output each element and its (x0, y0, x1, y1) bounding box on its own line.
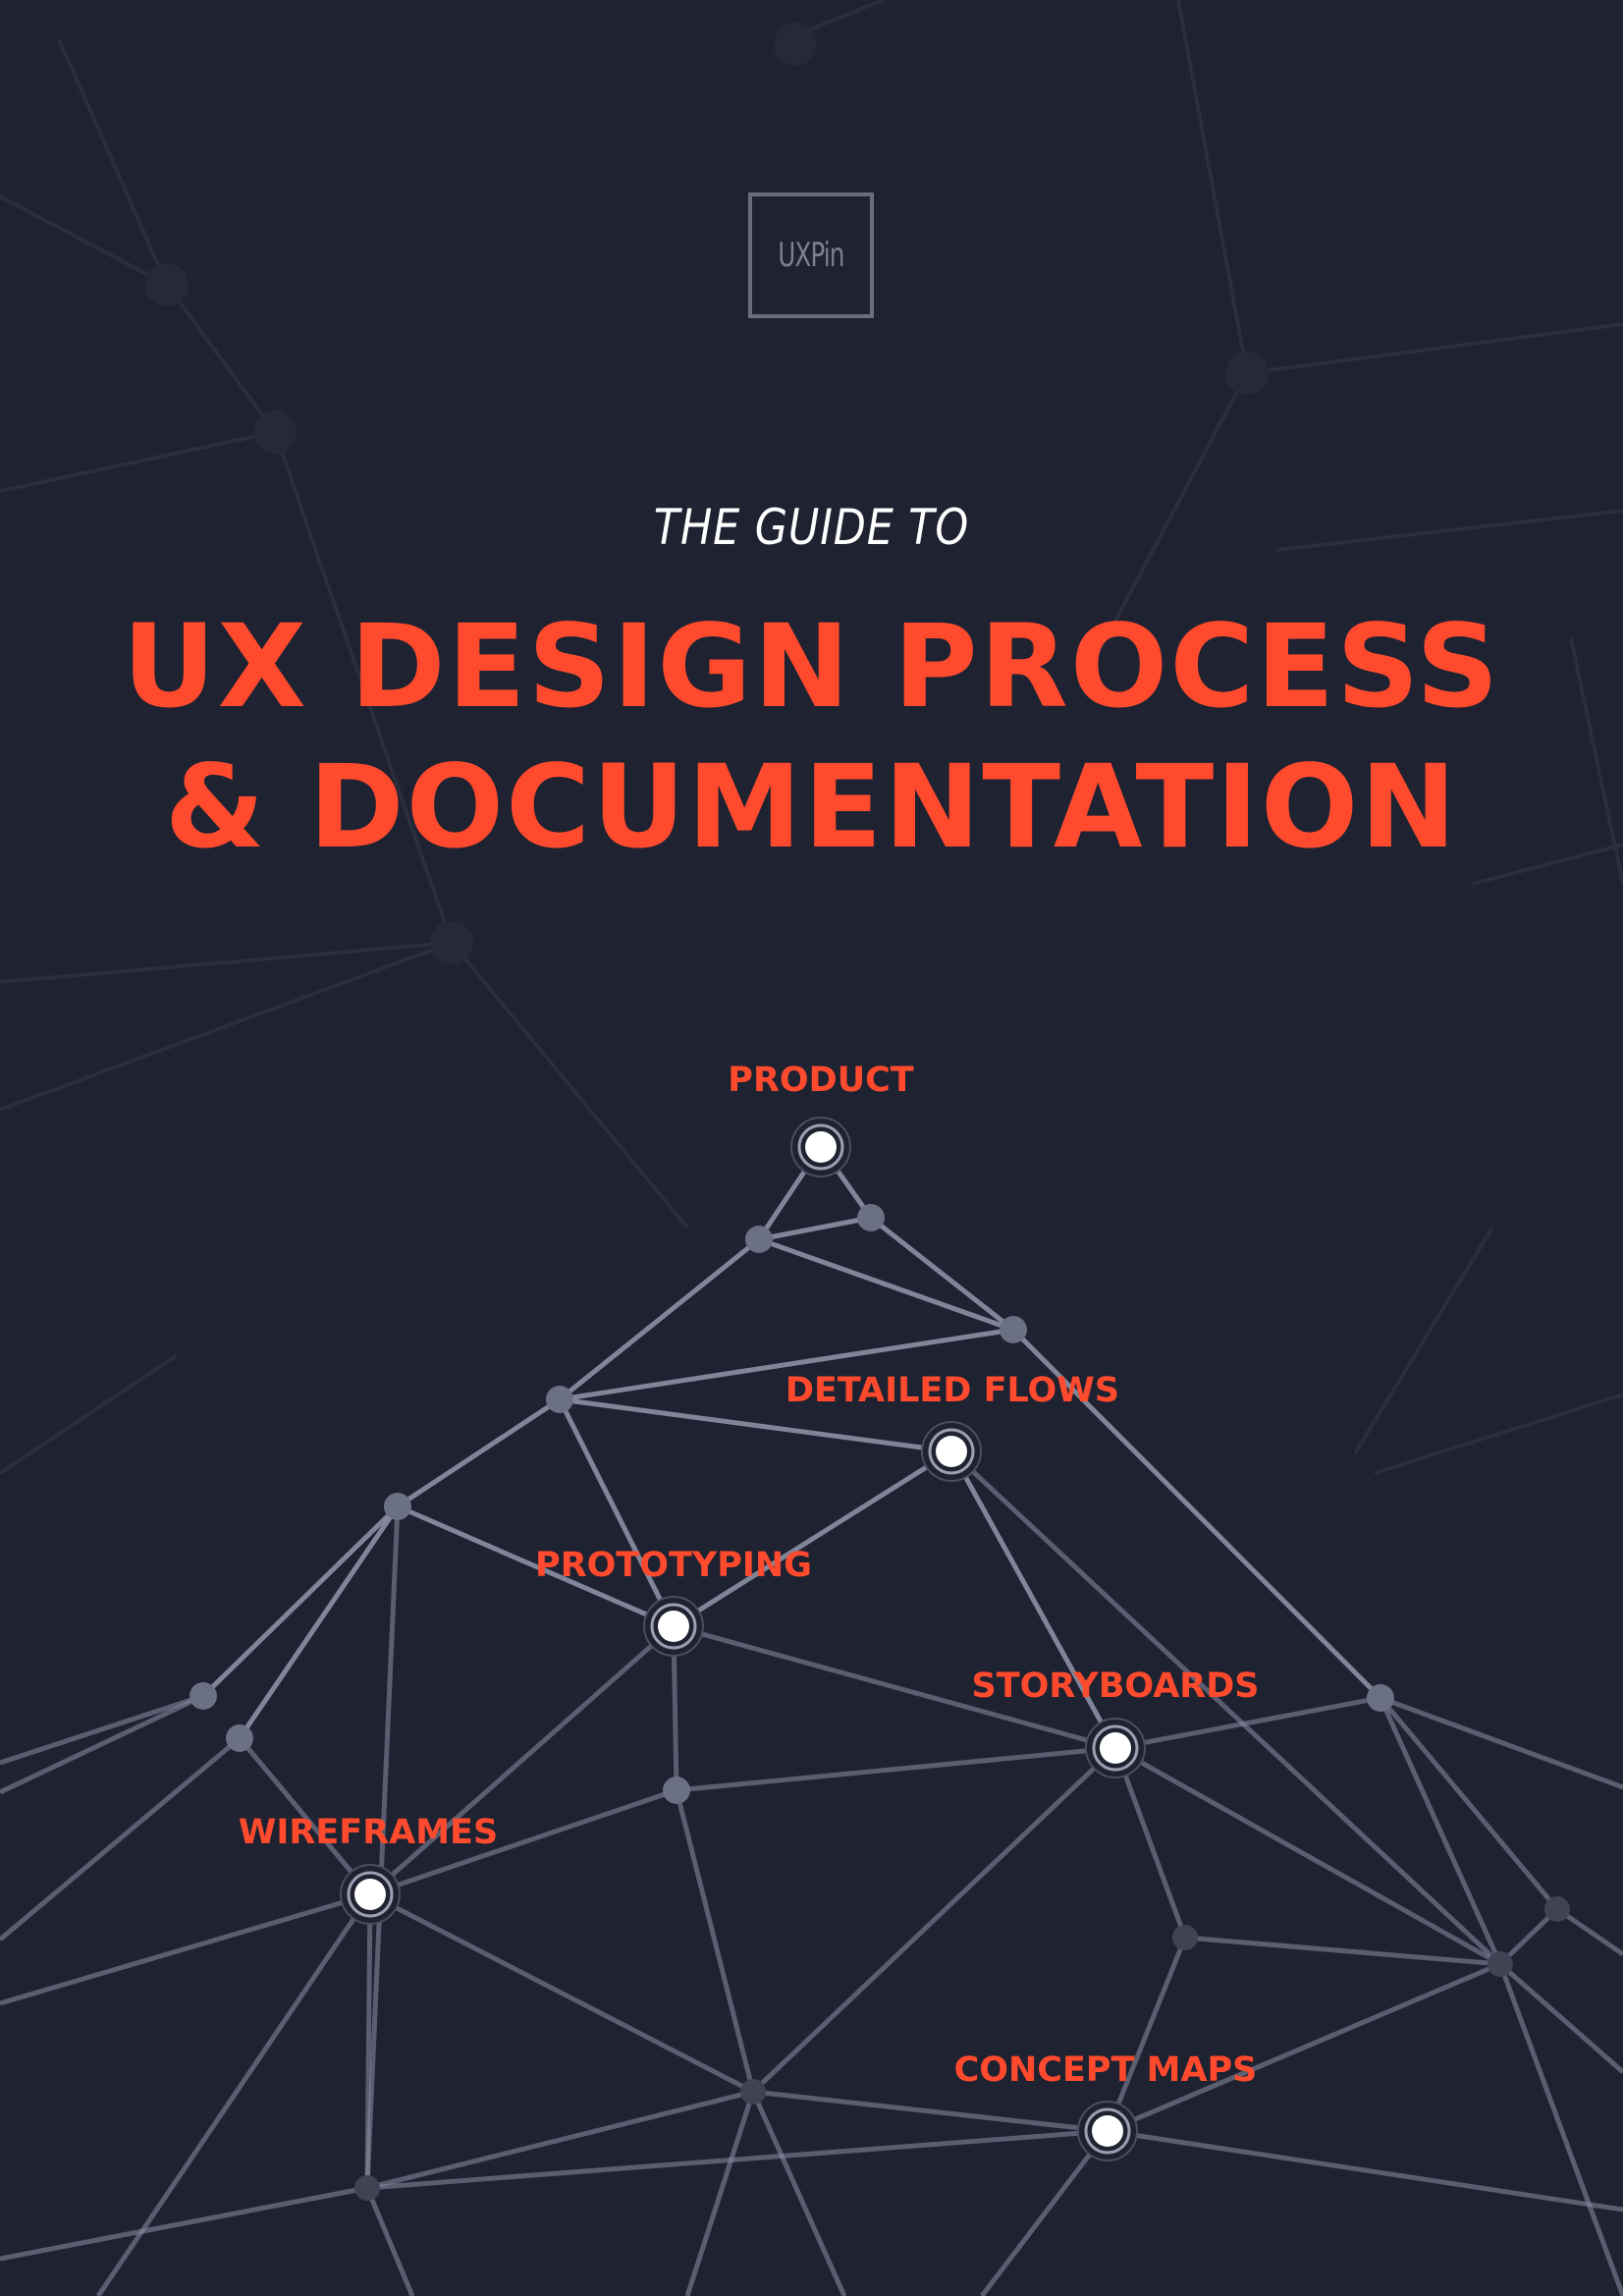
network-edge-2 (758, 1215, 872, 1242)
network-edge-30 (674, 1789, 756, 2093)
node-c (1000, 1316, 1027, 1343)
node-j (1172, 1925, 1198, 1950)
network-edge-29 (676, 1745, 1116, 1793)
node-b (745, 1226, 773, 1253)
node-product (805, 1131, 837, 1163)
node-m (740, 2079, 766, 2105)
node-d (546, 1386, 573, 1413)
network-edge-10 (557, 1397, 676, 1628)
node-prototyping (658, 1611, 689, 1642)
node-k (1488, 1951, 1513, 1977)
node-f (189, 1682, 217, 1710)
network-edge-27 (368, 1891, 755, 2095)
network-edge-3 (869, 1216, 1015, 1332)
label-storyboards: STORYBOARDS (971, 1667, 1259, 1706)
node-storyboards (1100, 1732, 1131, 1764)
network-edge-46 (980, 2129, 1109, 2296)
label-wireframes: WIREFRAMES (239, 1813, 498, 1852)
network-edge-28 (95, 1892, 373, 2296)
network-edge-15 (201, 1504, 400, 1698)
network-edge-45 (752, 2089, 1109, 2134)
node-l (1544, 1896, 1570, 1922)
node-i (663, 1777, 690, 1804)
network-edge-23 (0, 1736, 242, 1941)
book-cover: UXPin THE GUIDE TO UX DESIGN PROCESS & D… (0, 0, 1623, 2296)
node-a (857, 1204, 885, 1231)
node-detailed-flows (936, 1436, 967, 1467)
node-n (354, 2175, 380, 2201)
network-edge-49 (684, 2091, 756, 2296)
network-edge-34 (751, 1746, 1117, 2094)
node-concept-maps (1092, 2115, 1123, 2147)
network-edge-43 (1497, 1963, 1623, 2296)
network-edge-22 (0, 1693, 204, 1766)
network-edge-16 (237, 1504, 401, 1740)
node-wireframes (354, 1879, 386, 1910)
network-edge-20 (368, 1624, 676, 1896)
node-g (226, 1724, 253, 1752)
network-edge-52 (0, 2185, 368, 2262)
network-edge-53 (364, 2187, 415, 2296)
label-prototyping: PROTOTYPING (535, 1546, 812, 1585)
ux-process-network-diagram: PRODUCT DETAILED FLOWS PROTOTYPING STORY… (0, 1061, 1623, 2296)
node-h (1367, 1684, 1394, 1712)
network-edge-13 (949, 1449, 1502, 1966)
network-edge-4 (758, 1236, 1014, 1333)
network-edge-9 (396, 1396, 562, 1509)
network-edge-54 (364, 1893, 373, 2189)
network-edge-11 (672, 1449, 953, 1629)
network-edge-21 (0, 1693, 205, 1795)
network-edge-50 (750, 2090, 847, 2296)
network-edge-33 (1113, 1745, 1502, 1967)
network-edge-26 (0, 1891, 371, 2006)
label-detailed-flows: DETAILED FLOWS (785, 1371, 1119, 1410)
network-edge-40 (1184, 1935, 1501, 1967)
label-product: PRODUCT (728, 1061, 914, 1100)
label-concept-maps: CONCEPT MAPS (954, 2050, 1258, 2090)
network-edge-47 (1107, 2128, 1623, 2213)
node-e (384, 1493, 411, 1520)
